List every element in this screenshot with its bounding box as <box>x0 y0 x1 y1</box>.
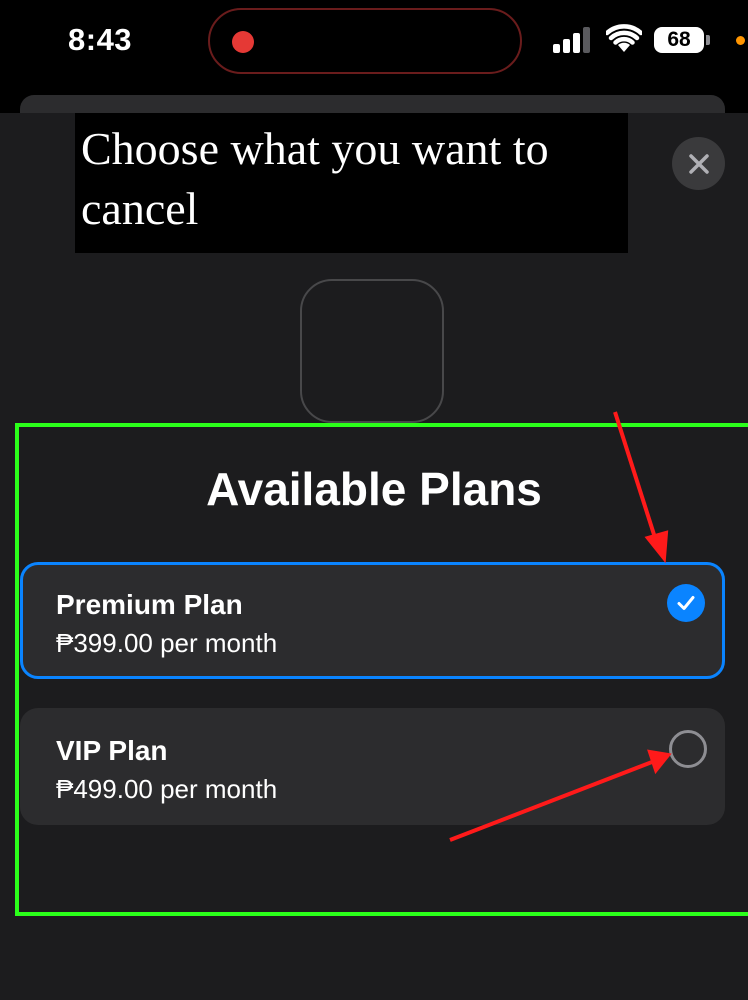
signal-icon <box>553 27 590 53</box>
app-icon <box>300 279 444 423</box>
status-time: 8:43 <box>68 22 133 57</box>
privacy-indicator <box>736 36 745 45</box>
battery-icon: 68 <box>654 27 704 53</box>
dynamic-island <box>208 8 522 74</box>
wifi-icon <box>606 24 642 52</box>
annotation-highlight-box <box>15 423 748 916</box>
record-icon <box>232 31 254 53</box>
close-button[interactable] <box>672 137 725 190</box>
page-title: Choose what you want to cancel <box>81 123 549 234</box>
title-overlay: Choose what you want to cancel <box>75 113 628 253</box>
close-icon <box>688 153 709 174</box>
battery-nub <box>706 35 710 45</box>
